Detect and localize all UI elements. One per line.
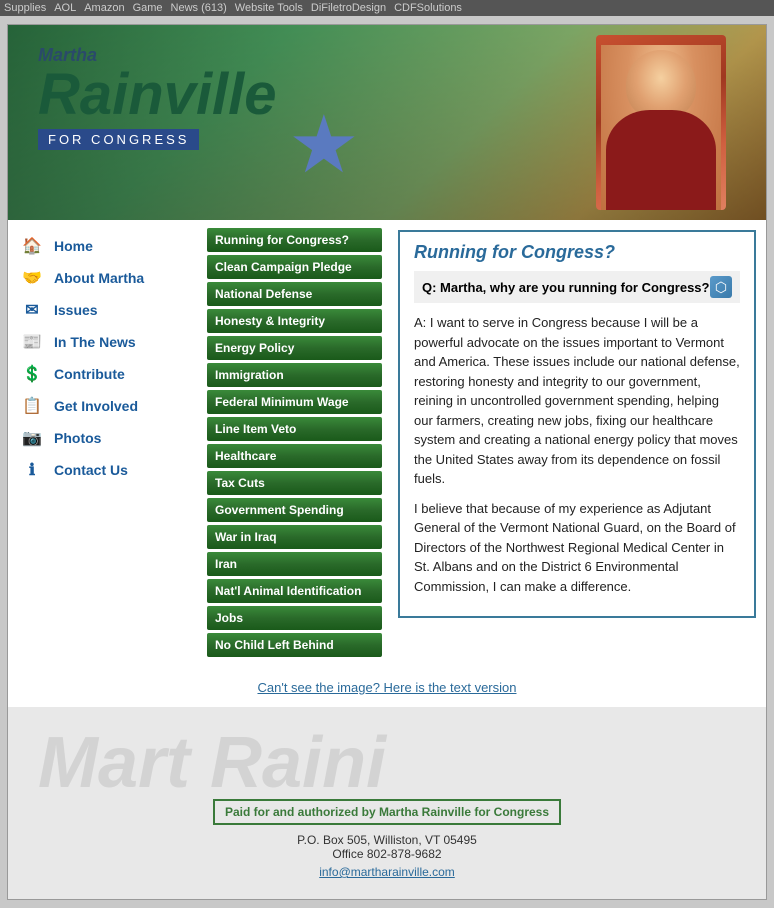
home-icon: 🏠 <box>18 235 46 257</box>
dollar-icon: 💲 <box>18 363 46 385</box>
nav-btn-no-child[interactable]: No Child Left Behind <box>207 633 382 657</box>
address-line: P.O. Box 505, Williston, VT 05495 <box>297 833 477 847</box>
phone-line: Office 802-878-9682 <box>332 847 441 861</box>
email-link[interactable]: info@martharainville.com <box>18 865 756 879</box>
sidebar-item-home[interactable]: 🏠 Home <box>8 230 203 262</box>
footer-paid-block: Paid for and authorized by Martha Rainvi… <box>18 799 756 825</box>
candidate-photo <box>596 35 726 210</box>
sidebar-label-get-involved: Get Involved <box>54 398 138 414</box>
nav-btn-tax-cuts[interactable]: Tax Cuts <box>207 471 382 495</box>
header-banner: Martha Rainville FOR CONGRESS ★ <box>8 25 766 220</box>
nav-btn-energy[interactable]: Energy Policy <box>207 336 382 360</box>
text-version-link[interactable]: Can't see the image? Here is the text ve… <box>257 680 516 695</box>
nav-btn-war-iraq[interactable]: War in Iraq <box>207 525 382 549</box>
header-for-congress: FOR CONGRESS <box>38 129 199 150</box>
toolbar-item[interactable]: AOL <box>54 2 76 14</box>
toolbar-item[interactable]: Game <box>133 2 163 14</box>
answer-paragraph-2: I believe that because of my experience … <box>414 499 740 597</box>
nav-btn-national-defense[interactable]: National Defense <box>207 282 382 306</box>
sidebar-label-issues: Issues <box>54 302 98 318</box>
toolbar-item[interactable]: Supplies <box>4 2 46 14</box>
footer-watermark: Mart Raini Paid for and authorized by Ma… <box>8 707 766 899</box>
content-area: 🏠 Home 🤝 About Martha ✉ Issues 📰 In The … <box>8 220 766 668</box>
sidebar-label-about-martha: About Martha <box>54 270 144 286</box>
header-rainville: Rainville <box>38 66 277 124</box>
sidebar-label-contact-us: Contact Us <box>54 462 128 478</box>
nav-btn-line-item-veto[interactable]: Line Item Veto <box>207 417 382 441</box>
footer-area: Can't see the image? Here is the text ve… <box>8 668 766 707</box>
toolbar-item[interactable]: Amazon <box>84 2 124 14</box>
sidebar-label-in-the-news: In The News <box>54 334 136 350</box>
expand-arrow-icon[interactable]: ⬡ <box>710 276 732 298</box>
sidebar-item-issues[interactable]: ✉ Issues <box>8 294 203 326</box>
content-box: Running for Congress? Q: Martha, why are… <box>398 230 756 618</box>
toolbar-item[interactable]: News (613) <box>171 2 227 14</box>
clipboard-icon: 📋 <box>18 395 46 417</box>
star-icon: ★ <box>288 105 368 185</box>
sidebar-item-contribute[interactable]: 💲 Contribute <box>8 358 203 390</box>
nav-btn-federal-minimum-wage[interactable]: Federal Minimum Wage <box>207 390 382 414</box>
content-body: A: I want to serve in Congress because I… <box>414 313 740 596</box>
question-text: Q: Martha, why are you running for Congr… <box>422 280 709 295</box>
camera-icon: 📷 <box>18 427 46 449</box>
handshake-icon: 🤝 <box>18 267 46 289</box>
main-content: Running for Congress? Q: Martha, why are… <box>388 220 766 668</box>
mid-nav: Running for Congress? Clean Campaign Ple… <box>203 220 388 668</box>
watermark-text: Mart Raini <box>18 727 756 799</box>
nav-btn-honesty[interactable]: Honesty & Integrity <box>207 309 382 333</box>
sidebar-item-get-involved[interactable]: 📋 Get Involved <box>8 390 203 422</box>
mail-icon: ✉ <box>18 299 46 321</box>
header-name-block: Martha Rainville FOR CONGRESS <box>38 45 277 150</box>
nav-btn-clean-campaign[interactable]: Clean Campaign Pledge <box>207 255 382 279</box>
info-icon: ℹ <box>18 459 46 481</box>
sidebar-label-photos: Photos <box>54 430 101 446</box>
toolbar-item[interactable]: CDFSolutions <box>394 2 462 14</box>
content-title: Running for Congress? <box>414 242 740 263</box>
toolbar-item[interactable]: DiFiletroDesign <box>311 2 386 14</box>
nav-btn-government-spending[interactable]: Government Spending <box>207 498 382 522</box>
news-icon: 📰 <box>18 331 46 353</box>
content-question: Q: Martha, why are you running for Congr… <box>414 271 740 303</box>
paid-box: Paid for and authorized by Martha Rainvi… <box>213 799 561 825</box>
nav-btn-jobs[interactable]: Jobs <box>207 606 382 630</box>
top-toolbar: Supplies AOL Amazon Game News (613) Webs… <box>0 0 774 16</box>
nav-btn-running[interactable]: Running for Congress? <box>207 228 382 252</box>
sidebar-item-contact-us[interactable]: ℹ Contact Us <box>8 454 203 486</box>
toolbar-item[interactable]: Website Tools <box>235 2 303 14</box>
sidebar-label-home: Home <box>54 238 93 254</box>
sidebar-item-about-martha[interactable]: 🤝 About Martha <box>8 262 203 294</box>
footer-address: P.O. Box 505, Williston, VT 05495 Office… <box>18 833 756 861</box>
nav-btn-animal-id[interactable]: Nat'l Animal Identification <box>207 579 382 603</box>
nav-btn-iran[interactable]: Iran <box>207 552 382 576</box>
nav-btn-immigration[interactable]: Immigration <box>207 363 382 387</box>
sidebar-item-in-the-news[interactable]: 📰 In The News <box>8 326 203 358</box>
sidebar-label-contribute: Contribute <box>54 366 125 382</box>
sidebar: 🏠 Home 🤝 About Martha ✉ Issues 📰 In The … <box>8 220 203 668</box>
answer-paragraph-1: A: I want to serve in Congress because I… <box>414 313 740 489</box>
sidebar-item-photos[interactable]: 📷 Photos <box>8 422 203 454</box>
main-wrapper: Martha Rainville FOR CONGRESS ★ 🏠 Home 🤝… <box>7 24 767 900</box>
nav-btn-healthcare[interactable]: Healthcare <box>207 444 382 468</box>
photo-person <box>601 45 721 210</box>
